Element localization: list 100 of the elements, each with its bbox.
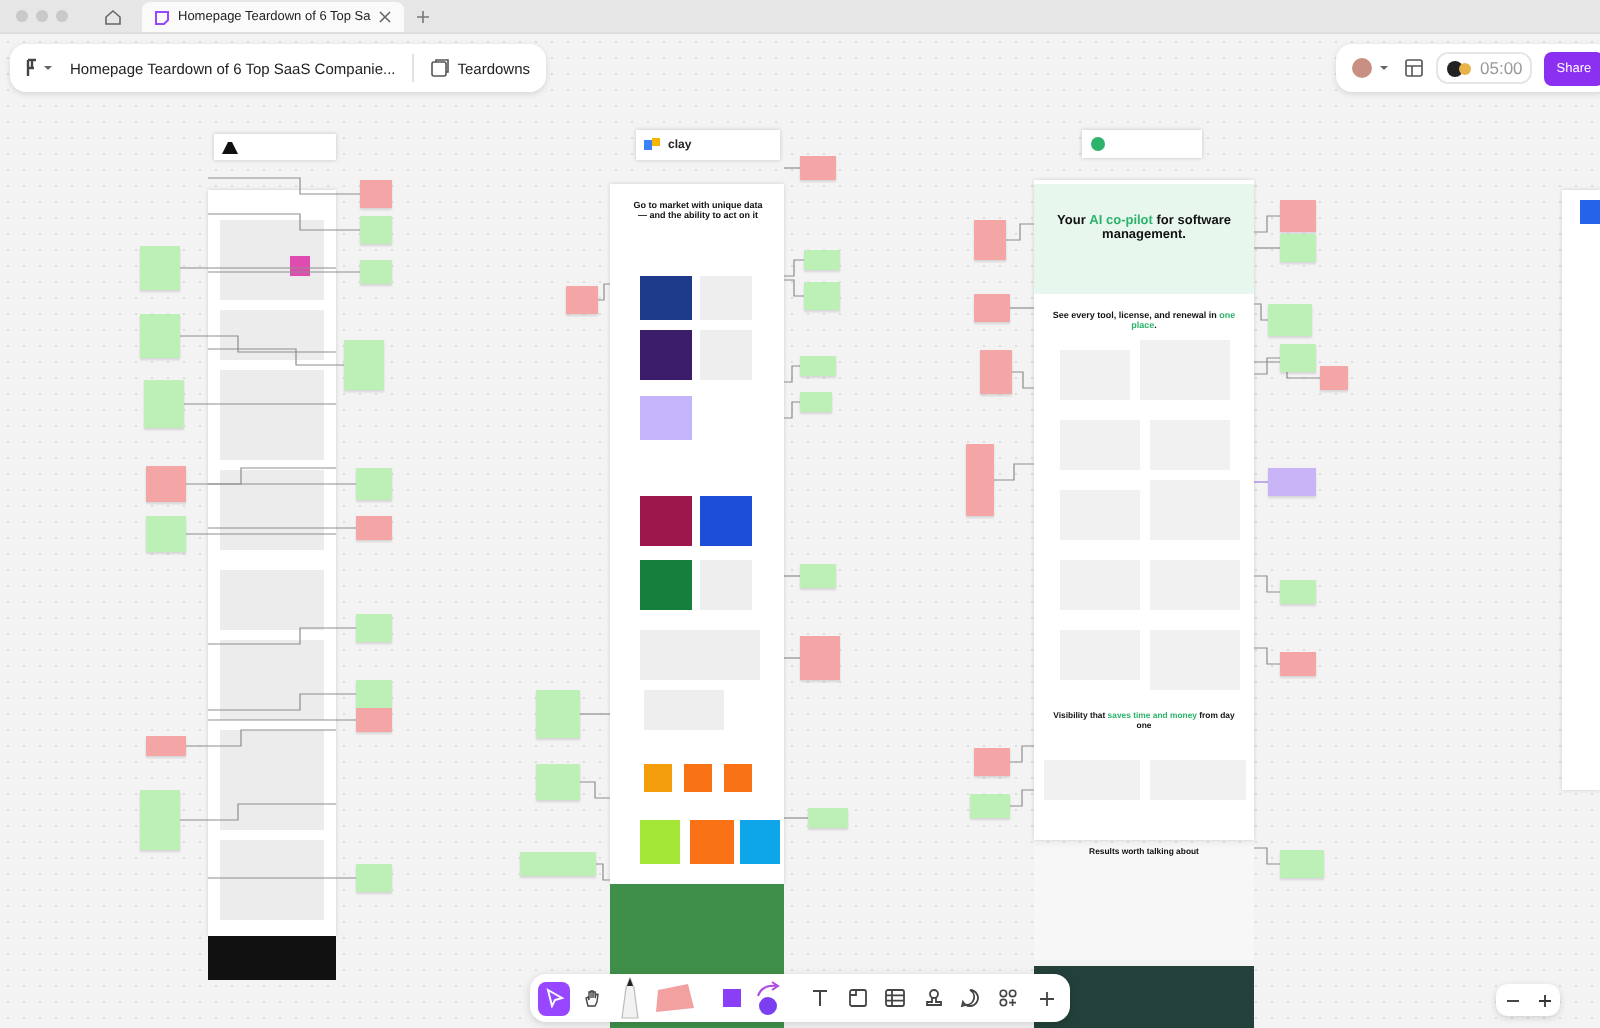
sticky-note bbox=[356, 614, 392, 642]
sticky-note bbox=[800, 392, 832, 412]
sticky-note bbox=[356, 708, 392, 732]
page-section bbox=[740, 820, 780, 864]
page-section bbox=[700, 496, 752, 546]
connector-line bbox=[579, 713, 611, 715]
page-section bbox=[690, 820, 734, 864]
sticky-note-icon bbox=[651, 982, 696, 1014]
sticky-note bbox=[356, 864, 392, 892]
sticky-note bbox=[146, 466, 186, 502]
connector-line bbox=[783, 365, 801, 383]
sticky-note bbox=[804, 282, 840, 310]
connector-line bbox=[783, 259, 805, 277]
plus-icon bbox=[1037, 989, 1056, 1007]
sticky-note bbox=[974, 748, 1010, 776]
sticky-note bbox=[356, 680, 392, 708]
sticky-note bbox=[970, 794, 1010, 818]
sticky-note bbox=[536, 764, 580, 800]
sticky-note bbox=[1268, 468, 1316, 496]
figjam-logo-icon[interactable] bbox=[26, 58, 54, 78]
sticky-note bbox=[1280, 344, 1316, 372]
sticky-note bbox=[144, 380, 184, 428]
select-tool[interactable] bbox=[538, 981, 570, 1015]
page-section bbox=[640, 560, 692, 610]
sticky-note bbox=[344, 340, 384, 390]
sticky-note bbox=[356, 516, 392, 540]
sticky-note bbox=[804, 250, 840, 270]
connector-line bbox=[783, 167, 801, 169]
connector-line bbox=[1253, 215, 1281, 233]
connector-line bbox=[579, 781, 611, 799]
table-icon bbox=[884, 988, 907, 1008]
connector-line bbox=[1011, 371, 1035, 389]
sticky-note bbox=[356, 468, 392, 500]
connector-line bbox=[595, 863, 611, 881]
page-section bbox=[220, 570, 324, 630]
connector-line bbox=[993, 463, 1035, 481]
sticky-note bbox=[966, 444, 994, 516]
page-section bbox=[220, 220, 324, 300]
page-section bbox=[1580, 200, 1600, 224]
page-section bbox=[220, 370, 324, 460]
avatar-icon[interactable] bbox=[1352, 58, 1388, 78]
sticky-note bbox=[974, 294, 1010, 322]
page-section bbox=[644, 764, 672, 792]
shapes-icon bbox=[998, 988, 1019, 1008]
page-section bbox=[220, 730, 324, 830]
connector-icon bbox=[754, 980, 783, 1016]
layout-icon[interactable] bbox=[1404, 58, 1424, 78]
sticky-note bbox=[140, 790, 180, 850]
connector-line bbox=[1253, 847, 1281, 865]
sticky-note bbox=[1268, 304, 1312, 336]
sticky-note bbox=[536, 690, 580, 738]
connector-line bbox=[1253, 247, 1281, 249]
connector-line bbox=[1253, 303, 1269, 321]
page-section bbox=[220, 840, 324, 920]
connector-line bbox=[1005, 223, 1035, 241]
whiteboard-icon bbox=[154, 9, 170, 25]
connector-line bbox=[1253, 647, 1281, 665]
sticky-note bbox=[1280, 234, 1316, 262]
sticky-note bbox=[1320, 366, 1348, 390]
hand-icon bbox=[581, 988, 602, 1008]
page-section bbox=[220, 640, 324, 720]
connector-line bbox=[1253, 575, 1281, 593]
home-icon[interactable] bbox=[104, 7, 122, 25]
connector-line bbox=[783, 575, 801, 577]
stopwatch-icon bbox=[1446, 59, 1474, 77]
close-icon[interactable] bbox=[378, 10, 393, 24]
connector-tool[interactable] bbox=[752, 981, 785, 1015]
marker-icon bbox=[617, 976, 642, 1020]
sticky-note bbox=[808, 808, 848, 828]
sticky-note bbox=[146, 736, 186, 756]
folder-icon bbox=[429, 58, 450, 78]
stamp-icon bbox=[923, 988, 944, 1008]
page-section bbox=[684, 764, 712, 792]
page-footer bbox=[208, 936, 336, 980]
plus-icon[interactable] bbox=[416, 9, 431, 23]
sticky-note bbox=[800, 564, 836, 588]
connector-line bbox=[1009, 745, 1035, 763]
connector-line bbox=[1009, 789, 1035, 807]
sticky-note bbox=[1280, 850, 1324, 878]
sticky-note bbox=[800, 356, 836, 376]
page-section bbox=[640, 276, 692, 320]
zoom-in-icon[interactable] bbox=[1537, 993, 1551, 1007]
connector-line bbox=[783, 657, 801, 659]
sticky-note bbox=[520, 852, 596, 876]
page-section bbox=[640, 330, 692, 380]
page-section bbox=[724, 764, 752, 792]
sticky-note bbox=[1280, 652, 1316, 676]
section-icon bbox=[847, 988, 868, 1008]
page-section bbox=[640, 496, 692, 546]
page-section bbox=[640, 820, 680, 864]
page-section bbox=[220, 470, 324, 550]
sticky-note bbox=[800, 636, 840, 680]
square-icon bbox=[721, 988, 742, 1008]
logo-icon bbox=[222, 141, 238, 153]
connector-line bbox=[783, 401, 801, 419]
page-section bbox=[640, 396, 692, 440]
pointer-icon bbox=[543, 988, 564, 1008]
logo-icon bbox=[1090, 136, 1106, 152]
sticky-note bbox=[140, 314, 180, 358]
connector-line bbox=[597, 283, 611, 301]
